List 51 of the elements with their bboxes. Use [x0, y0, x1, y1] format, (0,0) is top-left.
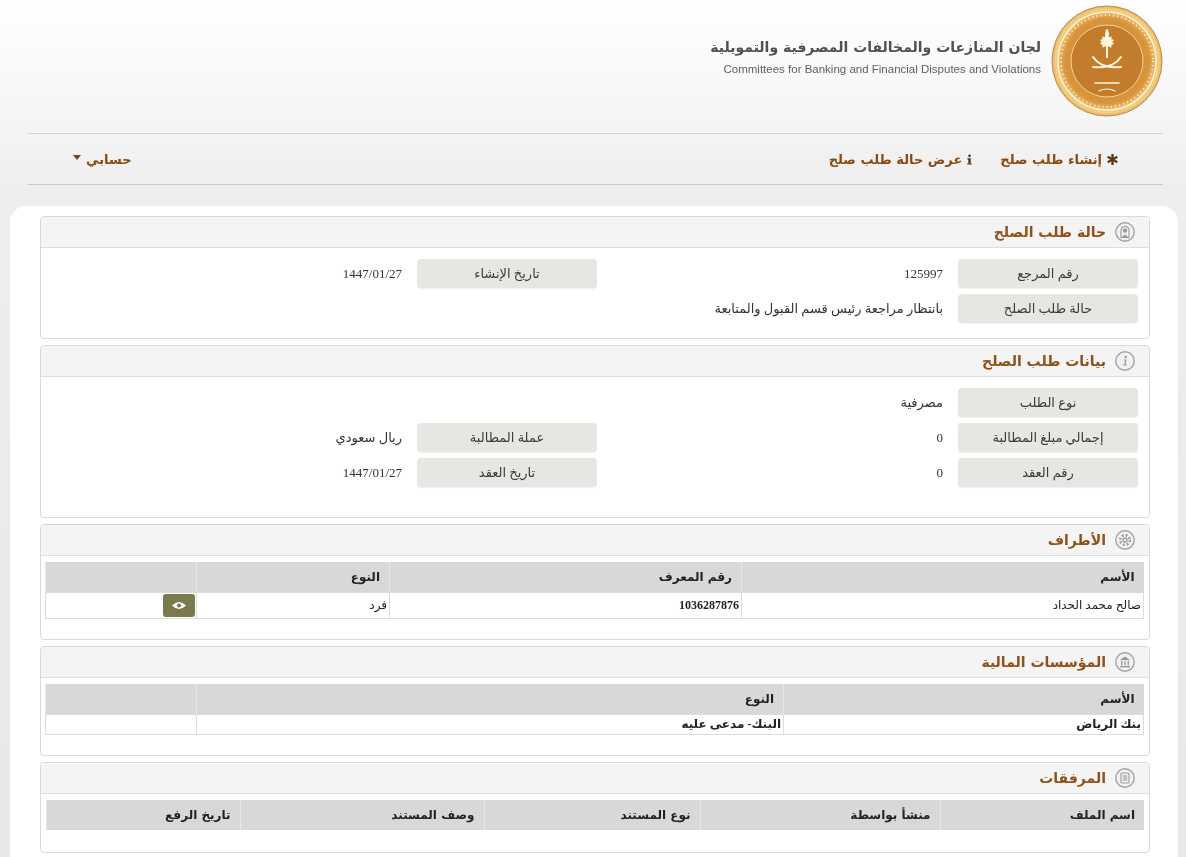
column-header: تاريخ الرفع [165, 808, 231, 822]
column-header: نوع المستند [620, 808, 691, 822]
asterisk-icon [1107, 153, 1118, 165]
account-menu[interactable]: حسابي [73, 151, 132, 167]
field-value: 0 [936, 464, 943, 481]
field-value: ريال سعودي [335, 429, 402, 446]
bank-icon [1115, 652, 1135, 672]
field-value: مصرفية [900, 394, 943, 411]
field-label: تاريخ العقد [417, 458, 597, 487]
column-header: وصف المستند [391, 808, 475, 822]
column-header: النوع [744, 692, 774, 706]
field-label: نوع الطلب [958, 388, 1138, 417]
gear-icon [1115, 530, 1135, 550]
column-header: رقم المعرف [658, 570, 732, 584]
field-label: عملة المطالبة [417, 423, 597, 452]
field-value: 1447/01/27 [342, 464, 402, 481]
document-icon [1115, 768, 1135, 788]
table-cell: البنك- مدعى عليه [196, 714, 784, 735]
field-label: حالة طلب الصلح [958, 294, 1138, 323]
section-title: المؤسسات المالية [981, 654, 1106, 670]
site-title: لجان المنازعات والمخالفات المصرفية والتمويلية [710, 39, 1041, 55]
section-title: حالة طلب الصلح [993, 224, 1106, 240]
section-title: الأطراف [1047, 532, 1106, 548]
eye-icon [172, 601, 186, 610]
column-header: اسم الملف [1069, 808, 1135, 822]
column-header: الأسم [1100, 692, 1135, 706]
section-title: بيانات طلب الصلح [982, 353, 1106, 369]
info-icon [967, 153, 973, 165]
table-cell: صالح محمد الحداد [741, 592, 1144, 619]
nav-link[interactable]: إنشاء طلب صلح [1000, 151, 1118, 167]
view-button[interactable] [163, 594, 195, 617]
field-value: بانتظار مراجعة رئيس قسم القبول والمتابعة [714, 300, 943, 317]
field-value: 1447/01/27 [342, 265, 402, 282]
field-label: رقم العقد [958, 458, 1138, 487]
field-label: تاريخ الإنشاء [417, 259, 597, 288]
table-cell: فرد [196, 592, 390, 619]
column-header: النوع [350, 570, 380, 584]
table-cell: بنك الرياض [783, 714, 1144, 735]
info-icon [1115, 351, 1135, 371]
section-title: المرفقات [1039, 770, 1106, 786]
field-label: رقم المرجع [958, 259, 1138, 288]
column-header: الأسم [1100, 570, 1135, 584]
field-value: 125997 [904, 265, 943, 282]
user-icon [1115, 222, 1135, 242]
nav-link[interactable]: عرض حالة طلب صلح [828, 151, 973, 167]
field-label: إجمالي مبلغ المطالبة [958, 423, 1138, 452]
column-header: منشأ بواسطة [850, 808, 931, 822]
caret-icon [73, 155, 81, 160]
field-value: 0 [936, 429, 943, 446]
site-subtitle: Committees for Banking and Financial Disputes and Violations [723, 63, 1041, 75]
table-cell: 1036287876 [389, 592, 742, 619]
